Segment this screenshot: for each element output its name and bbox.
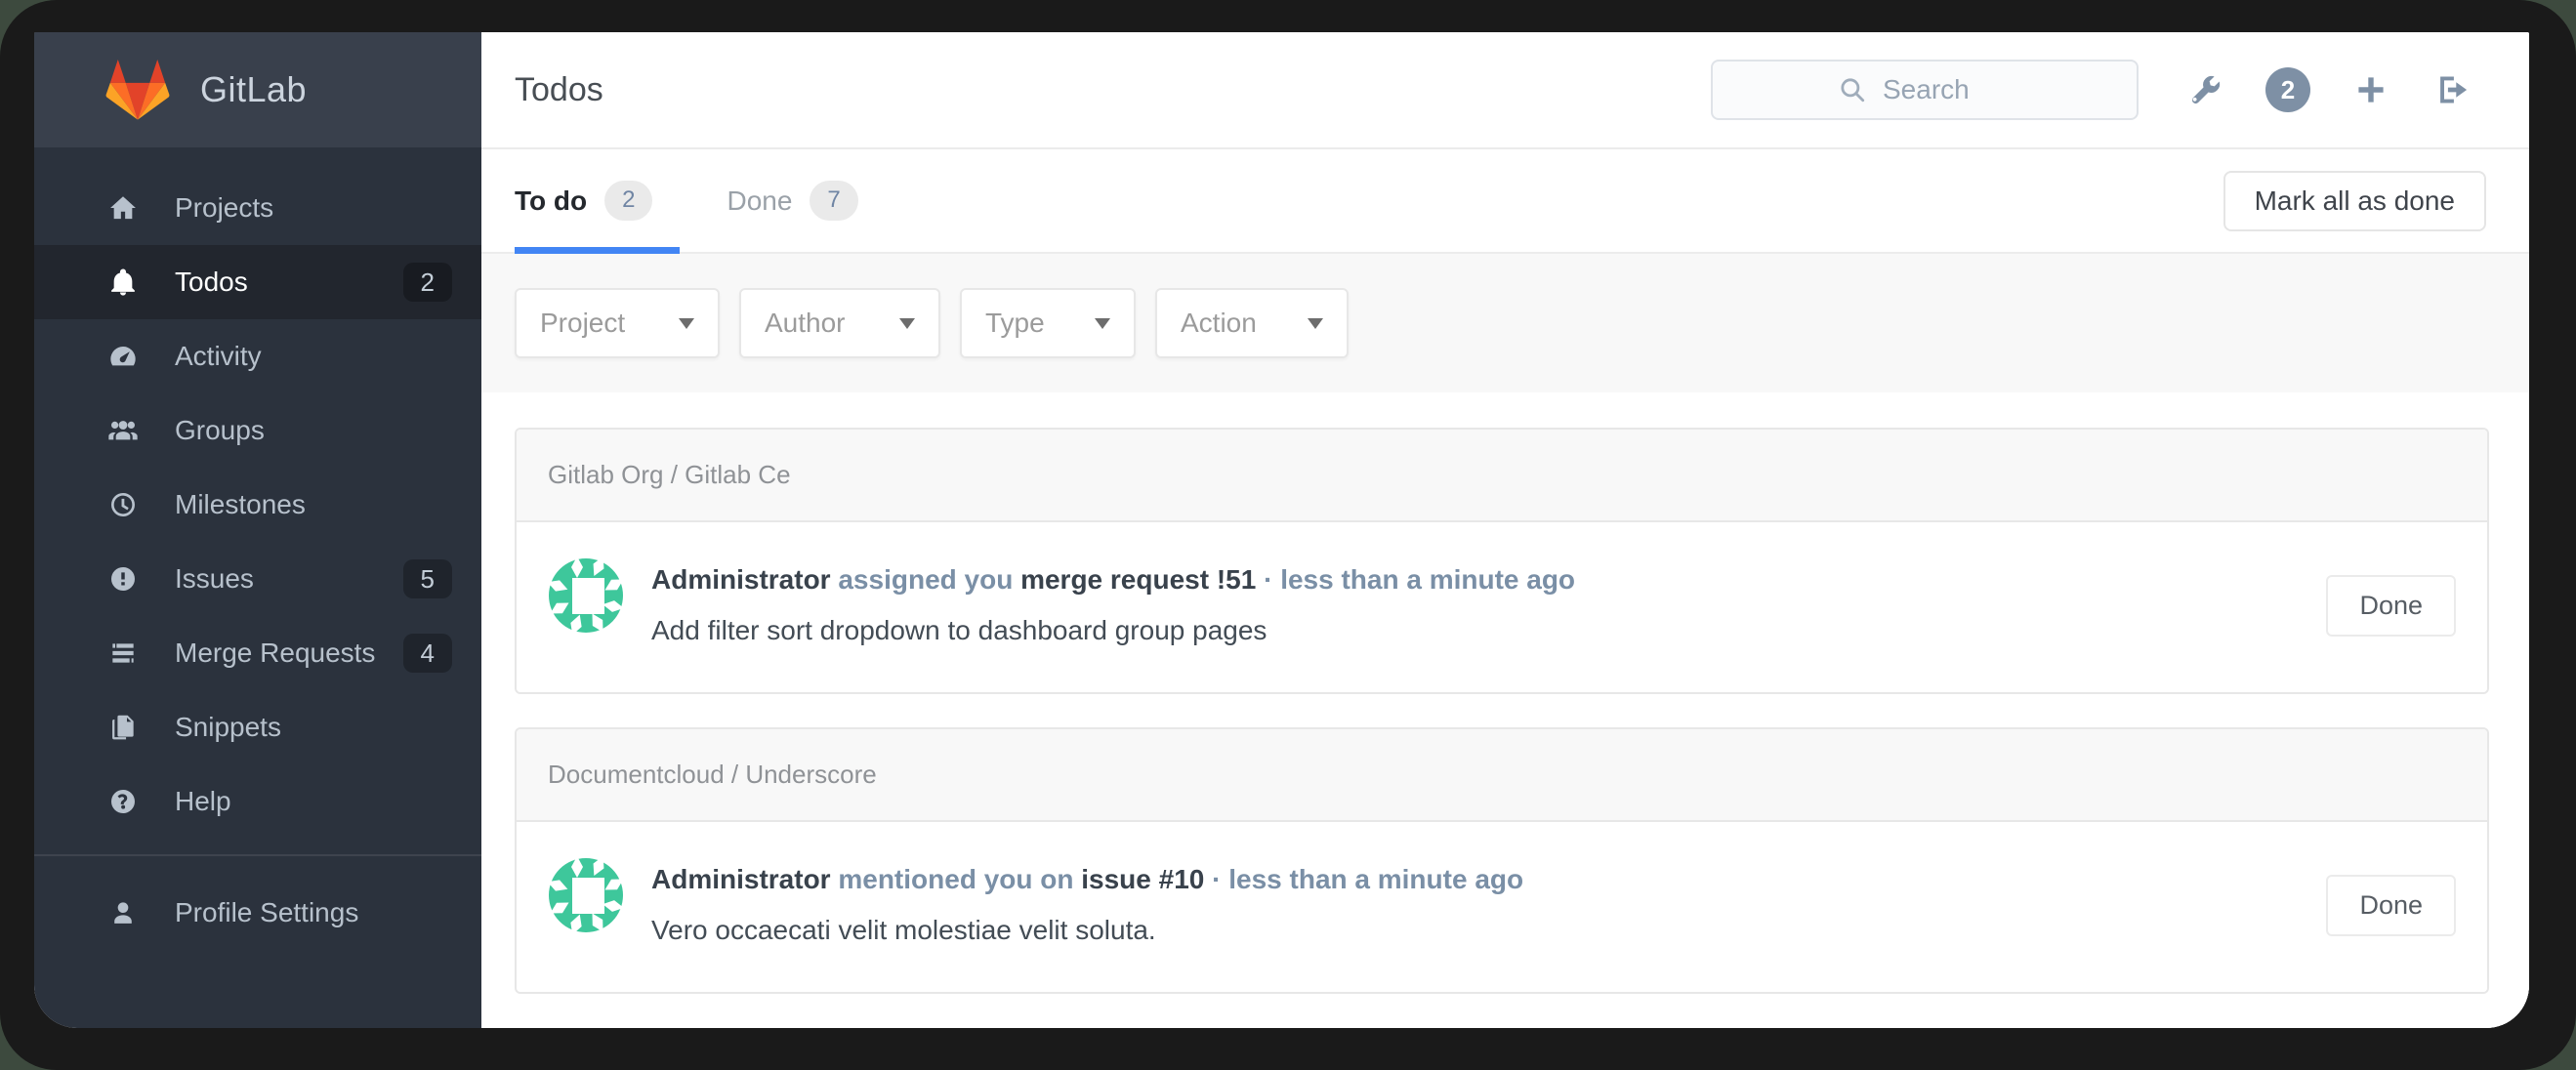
search-icon: [1841, 78, 1865, 103]
done-button[interactable]: Done: [2326, 574, 2456, 637]
search-input[interactable]: [1881, 73, 2012, 106]
filter-bar: Project Author Type Action: [481, 254, 2529, 392]
todo-group-title: Gitlab Org / Gitlab Ce: [517, 430, 2487, 522]
main-header: Todos 2: [481, 32, 2529, 149]
mark-all-as-done-button[interactable]: Mark all as done: [2223, 170, 2486, 231]
todo-group-title: Documentcloud / Underscore: [517, 729, 2487, 822]
caret-down-icon: [1308, 317, 1323, 329]
user-icon: [104, 896, 142, 929]
header-icons: 2: [2183, 67, 2474, 112]
sidebar-brand[interactable]: GitLab: [34, 32, 481, 147]
page-title: Todos: [515, 70, 603, 108]
todo-action-link[interactable]: assigned you: [838, 564, 1013, 595]
todo-body-text: Vero occaecati velit molestiae velit sol…: [651, 915, 1156, 945]
tab-done-label: Done: [727, 185, 793, 216]
clipboard-icon: [104, 711, 142, 744]
author-filter-dropdown[interactable]: Author: [739, 288, 940, 358]
todo-timestamp[interactable]: less than a minute ago: [1228, 864, 1523, 894]
todo-item: Administrator assigned you merge request…: [517, 522, 2487, 692]
todo-target-link[interactable]: issue #10: [1081, 864, 1204, 894]
todo-timestamp[interactable]: less than a minute ago: [1280, 564, 1575, 595]
sidebar-item-merge-requests[interactable]: Merge Requests 4: [34, 616, 481, 690]
tab-bar: To do 2 Done 7 Mark all as done: [481, 149, 2529, 254]
todo-item: Administrator mentioned you on issue #10…: [517, 822, 2487, 992]
todo-author[interactable]: Administrator: [651, 564, 831, 595]
wrench-icon[interactable]: [2183, 68, 2226, 111]
sidebar-item-projects[interactable]: Projects: [34, 171, 481, 245]
search-box[interactable]: [1711, 60, 2139, 120]
question-circle-icon: [104, 785, 142, 818]
sign-out-icon[interactable]: [2431, 68, 2474, 111]
sidebar-item-activity[interactable]: Activity: [34, 319, 481, 393]
merge-requests-count-badge: 4: [402, 633, 452, 674]
todo-count-badge[interactable]: 2: [2265, 67, 2310, 112]
clock-icon: [104, 488, 142, 521]
avatar[interactable]: [548, 557, 624, 634]
caret-down-icon: [1095, 317, 1110, 329]
sidebar-item-issues[interactable]: Issues 5: [34, 542, 481, 616]
bell-icon: [104, 266, 142, 299]
todos-list: Gitlab Org / Gitlab Ce Administrator ass…: [481, 392, 2529, 1028]
tab-todo-label: To do: [515, 185, 588, 216]
sidebar-item-label: Help: [175, 786, 231, 816]
dashboard-icon: [104, 340, 142, 373]
avatar[interactable]: [548, 857, 624, 933]
type-filter-dropdown[interactable]: Type: [960, 288, 1136, 358]
sidebar-item-label: Snippets: [175, 712, 281, 742]
home-icon: [104, 191, 142, 225]
sidebar-item-label: Profile Settings: [175, 897, 359, 927]
sidebar-item-help[interactable]: Help: [34, 764, 481, 839]
sidebar-item-label: Activity: [175, 341, 262, 371]
brand-name: GitLab: [200, 69, 308, 109]
author-filter-label: Author: [765, 308, 846, 338]
main-area: Todos 2: [481, 32, 2529, 1028]
done-button[interactable]: Done: [2326, 874, 2456, 936]
sidebar-item-label: Projects: [175, 192, 274, 223]
todo-action-link[interactable]: mentioned you on: [838, 864, 1073, 894]
meta-separator: ·: [1212, 864, 1222, 894]
todo-title-line: Administrator mentioned you on issue #10…: [651, 857, 2326, 902]
caret-down-icon: [679, 317, 694, 329]
gitlab-logo-icon: [105, 60, 170, 120]
caret-down-icon: [899, 317, 915, 329]
tab-done-count: 7: [810, 181, 858, 221]
sidebar-item-label: Issues: [175, 563, 254, 594]
tasks-icon: [104, 637, 142, 670]
plus-icon[interactable]: [2349, 68, 2392, 111]
todo-target-link[interactable]: merge request !51: [1020, 564, 1256, 595]
tab-todo[interactable]: To do 2: [515, 149, 681, 254]
meta-separator: ·: [1264, 564, 1273, 595]
tab-todo-count: 2: [604, 181, 653, 221]
sidebar: GitLab Projects Todos 2 Activity Groups …: [34, 32, 481, 1028]
sidebar-item-milestones[interactable]: Milestones: [34, 468, 481, 542]
tab-done[interactable]: Done 7: [723, 149, 885, 252]
sidebar-item-profile-settings[interactable]: Profile Settings: [34, 876, 481, 950]
exclamation-circle-icon: [104, 562, 142, 596]
sidebar-item-label: Milestones: [175, 489, 306, 519]
issues-count-badge: 5: [402, 558, 452, 599]
sidebar-item-label: Todos: [175, 267, 248, 297]
app-window: GitLab Projects Todos 2 Activity Groups …: [34, 32, 2529, 1028]
todo-group-panel: Gitlab Org / Gitlab Ce Administrator ass…: [515, 428, 2489, 694]
sidebar-item-label: Merge Requests: [175, 638, 376, 668]
project-filter-label: Project: [540, 308, 626, 338]
todo-title-line: Administrator assigned you merge request…: [651, 557, 2326, 602]
project-filter-dropdown[interactable]: Project: [515, 288, 720, 358]
sidebar-item-groups[interactable]: Groups: [34, 393, 481, 468]
sidebar-item-label: Groups: [175, 415, 265, 445]
sidebar-item-snippets[interactable]: Snippets: [34, 690, 481, 764]
todo-body-text: Add filter sort dropdown to dashboard gr…: [651, 615, 1267, 645]
users-icon: [104, 414, 142, 447]
todo-group-panel: Documentcloud / Underscore Administrator…: [515, 727, 2489, 994]
type-filter-label: Type: [985, 308, 1045, 338]
todo-author[interactable]: Administrator: [651, 864, 831, 894]
action-filter-dropdown[interactable]: Action: [1155, 288, 1349, 358]
action-filter-label: Action: [1181, 308, 1257, 338]
sidebar-divider: [34, 854, 481, 856]
sidebar-nav: Projects Todos 2 Activity Groups Milesto…: [34, 147, 481, 950]
todos-count-badge: 2: [402, 262, 452, 303]
sidebar-item-todos[interactable]: Todos 2: [34, 245, 481, 319]
